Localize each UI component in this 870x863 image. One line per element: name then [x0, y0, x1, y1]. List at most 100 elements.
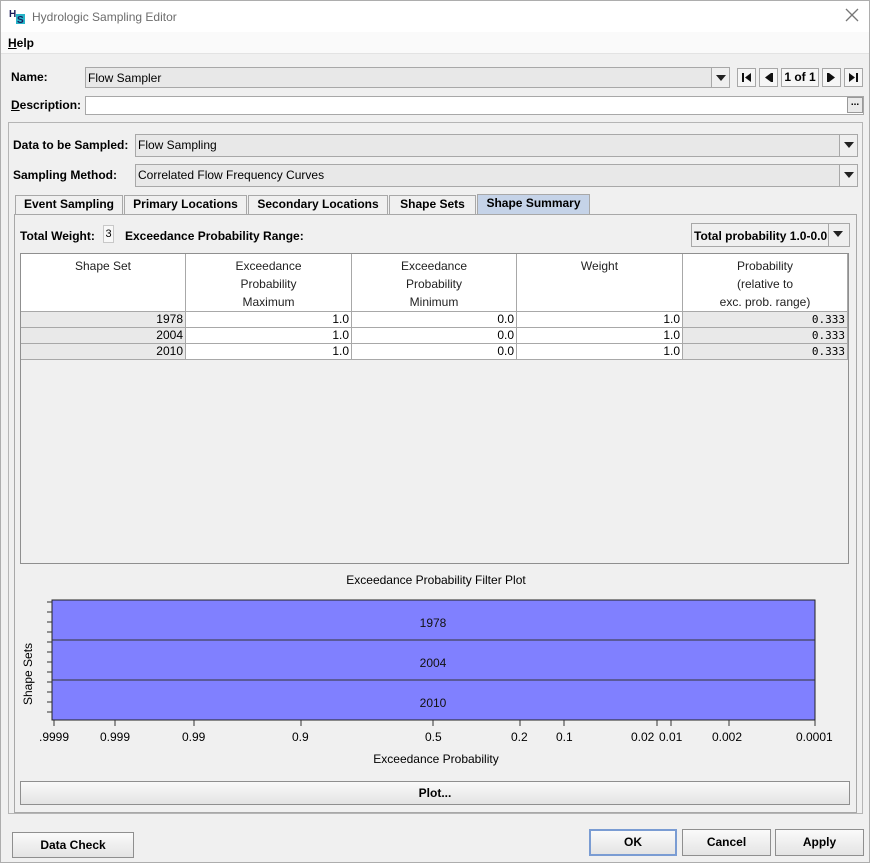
x-tick-label: .9999 [39, 730, 70, 744]
description-label-text: escription: [19, 98, 82, 112]
first-record-button[interactable] [737, 68, 756, 87]
name-label: Name: [11, 70, 48, 84]
tab-shape-summary[interactable]: Shape Summary [477, 194, 590, 214]
previous-record-button[interactable] [759, 68, 778, 87]
bar-label-2010: 2010 [420, 696, 447, 710]
header-line: Probability [405, 277, 463, 291]
tab-secondary-locations[interactable]: Secondary Locations [248, 195, 388, 214]
x-tick-label: 0.9 [292, 730, 309, 744]
next-record-button[interactable] [822, 68, 841, 87]
header-line: Probability [240, 277, 297, 291]
table-cell-exc-min[interactable]: 0.0 [352, 312, 517, 328]
data-sampled-combo[interactable]: Flow Sampling [135, 134, 858, 157]
column-header-exc-prob-max[interactable]: Exceedance Probability Maximum [186, 254, 352, 312]
header-line: exc. prob. range) [719, 295, 811, 309]
header-line: Weight [580, 259, 619, 273]
table-cell-shape-set: 1978 [21, 312, 186, 328]
tab-shape-sets[interactable]: Shape Sets [389, 195, 476, 214]
table-cell-exc-max[interactable]: 1.0 [186, 344, 352, 360]
ok-button[interactable]: OK [589, 829, 677, 856]
bar-label-2004: 2004 [420, 656, 447, 670]
column-header-probability[interactable]: Probability (relative to exc. prob. range) [683, 254, 848, 312]
name-combo[interactable]: Flow Sampler [85, 67, 730, 88]
last-record-icon [849, 73, 858, 82]
x-tick-label: 0.5 [425, 730, 442, 744]
menu-help[interactable]: Help [8, 36, 34, 50]
plot-button[interactable]: Plot... [20, 781, 850, 805]
table-cell-probability: 0.333 [683, 344, 848, 360]
column-header-exc-prob-min[interactable]: Exceedance Probability Minimum [352, 254, 517, 312]
sampling-method-combo[interactable]: Correlated Flow Frequency Curves [135, 164, 858, 187]
window-title: Hydrologic Sampling Editor [32, 10, 177, 24]
hec-app-icon: H S [8, 7, 26, 25]
header-line: (relative to [736, 277, 794, 291]
plot-xlabel: Exceedance Probability [373, 752, 499, 766]
exceedance-range-value: Total probability 1.0-0.0 [694, 229, 828, 243]
x-tick-label: 0.1 [556, 730, 573, 744]
menu-help-label: elp [16, 36, 35, 50]
menu-help-mnemonic: H [8, 36, 17, 50]
table-cell-shape-set: 2010 [21, 344, 186, 360]
name-value: Flow Sampler [88, 71, 162, 85]
x-tick-label: 0.0001 [796, 730, 833, 744]
total-weight-value: 3 [103, 225, 114, 243]
sampling-method-value: Correlated Flow Frequency Curves [138, 168, 325, 182]
record-count: 1 of 1 [781, 68, 819, 87]
data-sampled-label: Data to be Sampled: [13, 138, 129, 152]
svg-text:H: H [9, 9, 16, 20]
cancel-button[interactable]: Cancel [682, 829, 771, 856]
table-cell-exc-min[interactable]: 0.0 [352, 344, 517, 360]
header-line: Maximum [242, 295, 295, 309]
exceedance-filter-plot: 1978 2004 2010 [47, 599, 816, 726]
x-axis-ticks [53, 720, 816, 726]
data-sampled-value: Flow Sampling [138, 138, 217, 152]
table-cell-exc-max[interactable]: 1.0 [186, 312, 352, 328]
close-window-button[interactable] [843, 7, 861, 25]
table-cell-exc-max[interactable]: 1.0 [186, 328, 352, 344]
table-cell-shape-set: 2004 [21, 328, 186, 344]
tab-primary-locations[interactable]: Primary Locations [124, 195, 247, 214]
close-icon [845, 8, 859, 22]
next-record-icon [827, 73, 835, 82]
last-record-button[interactable] [844, 68, 863, 87]
chevron-down-icon[interactable] [839, 165, 857, 186]
table-cell-weight[interactable]: 1.0 [517, 328, 683, 344]
column-header-weight[interactable]: Weight [517, 254, 683, 312]
shape-summary-table: Shape Set Exceedance Probability Maximum E… [20, 253, 849, 564]
description-editor-button[interactable]: ... [847, 97, 863, 113]
hydrologic-sampling-editor-window: H S Hydrologic Sampling Editor Help Name… [0, 0, 870, 863]
table-cell-exc-min[interactable]: 0.0 [352, 328, 517, 344]
table-cell-probability: 0.333 [683, 312, 848, 328]
header-line: Shape Set [74, 259, 132, 273]
total-weight-label: Total Weight: [20, 229, 95, 243]
first-record-icon [742, 73, 751, 82]
x-tick-label: 0.999 [100, 730, 131, 744]
chevron-down-icon[interactable] [828, 224, 849, 246]
description-label-mnemonic: D [11, 98, 20, 112]
x-tick-label: 0.2 [511, 730, 528, 744]
header-line: Minimum [409, 295, 459, 309]
table-cell-probability: 0.333 [683, 328, 848, 344]
title-bar: H S Hydrologic Sampling Editor [1, 1, 869, 32]
tab-event-sampling[interactable]: Event Sampling [15, 195, 123, 214]
plot-ylabel-container: Shape Sets [19, 643, 37, 709]
x-tick-label: 0.99 [182, 730, 206, 744]
plot-title: Exceedance Probability Filter Plot [346, 573, 526, 587]
table-cell-weight[interactable]: 1.0 [517, 344, 683, 360]
apply-button[interactable]: Apply [775, 829, 864, 856]
header-line: Exceedance [400, 259, 468, 273]
x-tick-label: 0.002 [712, 730, 743, 744]
data-check-button[interactable]: Data Check [12, 832, 134, 858]
plot-ylabel: Shape Sets [21, 642, 35, 705]
chevron-down-icon[interactable] [839, 135, 857, 156]
x-tick-label: 0.01 [659, 730, 683, 744]
table-cell-weight[interactable]: 1.0 [517, 312, 683, 328]
chevron-down-icon[interactable] [711, 68, 729, 87]
x-tick-label: 0.02 [631, 730, 655, 744]
exceedance-range-label: Exceedance Probability Range: [125, 229, 304, 243]
menu-bar: Help [1, 32, 869, 54]
exceedance-range-combo[interactable]: Total probability 1.0-0.0 [691, 223, 850, 247]
header-line: Exceedance [235, 259, 302, 273]
column-header-shape-set[interactable]: Shape Set [21, 254, 186, 312]
description-input[interactable] [85, 96, 864, 115]
